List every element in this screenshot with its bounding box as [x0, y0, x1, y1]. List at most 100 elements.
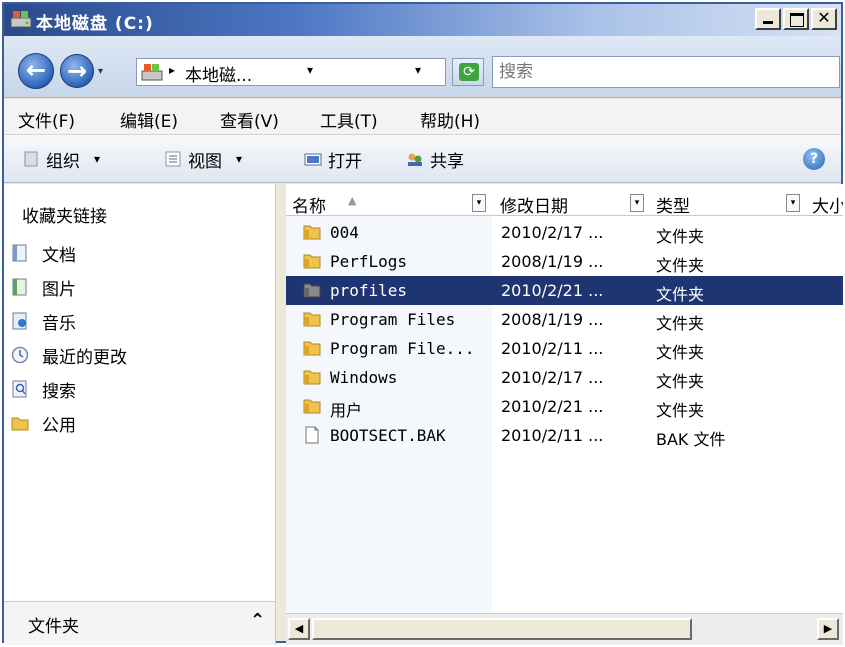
navigation-pane: 收藏夹链接 文档 图片 音乐 最近的更改 搜索 公用: [4, 184, 276, 601]
file-type: BAK 文件: [656, 430, 726, 449]
nav-item-music[interactable]: 音乐: [10, 308, 76, 334]
close-button[interactable]: ✕: [811, 8, 837, 30]
music-icon: [12, 312, 27, 330]
explorer-window: 本地磁盘 (C:) ✕ ← → ▾ ▸ 本地磁... ▾ ▾ ⟳ 搜索 文件(F…: [2, 2, 843, 645]
column-header-type[interactable]: 类型 ▾: [650, 190, 806, 217]
menu-bar: 文件(F) 编辑(E) 查看(V) 工具(T) 帮助(H): [4, 99, 841, 135]
minimize-button[interactable]: [755, 8, 781, 30]
breadcrumb-location[interactable]: 本地磁...: [185, 61, 252, 86]
organize-button[interactable]: 组织 ▾: [22, 147, 101, 172]
file-row-4[interactable]: Program File... 2010/2/11 ... 文件夹: [286, 334, 843, 363]
nav-item-label: 公用: [42, 415, 76, 436]
nav-item-label: 图片: [42, 279, 76, 300]
column-header-name[interactable]: 名称 ▲ ▾: [286, 190, 492, 217]
scroll-right-button[interactable]: ▶: [817, 618, 839, 640]
column-header-row: 名称 ▲ ▾ 修改日期 ▾ 类型 ▾ 大小: [286, 190, 843, 217]
file-row-6[interactable]: 用户 2010/2/21 ... 文件夹: [286, 392, 843, 421]
file-rows: 004 2010/2/17 ... 文件夹 PerfLogs 2008/1/19…: [286, 218, 843, 450]
address-history-dropdown[interactable]: ▾: [415, 63, 421, 77]
type-filter-dropdown[interactable]: ▾: [786, 194, 800, 212]
file-row-5[interactable]: Windows 2010/2/17 ... 文件夹: [286, 363, 843, 392]
title-bar[interactable]: 本地磁盘 (C:) ✕: [4, 4, 841, 36]
views-button[interactable]: 视图 ▾: [164, 147, 242, 172]
horizontal-scrollbar[interactable]: ◀ ▶: [286, 613, 843, 645]
column-header-size[interactable]: 大小: [806, 190, 843, 217]
help-icon[interactable]: ?: [803, 148, 825, 170]
address-bar[interactable]: ▸ 本地磁... ▾ ▾: [136, 58, 446, 86]
recent-pages-dropdown[interactable]: ▾: [98, 66, 103, 77]
modified-filter-dropdown[interactable]: ▾: [630, 194, 644, 212]
share-label: 共享: [430, 151, 464, 172]
nav-item-label: 文档: [42, 245, 76, 266]
file-modified: 2010/2/11 ...: [501, 339, 604, 358]
organize-icon: [24, 151, 38, 167]
nav-item-documents[interactable]: 文档: [10, 240, 76, 266]
organize-label: 组织: [46, 151, 80, 172]
maximize-button[interactable]: [783, 8, 809, 30]
menu-help[interactable]: 帮助(H): [420, 107, 480, 132]
open-button[interactable]: 打开: [304, 147, 362, 172]
file-type: 文件夹: [656, 227, 705, 246]
file-row-7[interactable]: BOOTSECT.BAK 2010/2/11 ... BAK 文件: [286, 421, 843, 450]
scroll-left-button[interactable]: ◀: [288, 618, 310, 640]
views-icon: [165, 151, 181, 167]
file-name: Program File...: [330, 339, 475, 358]
refresh-button[interactable]: ⟳: [452, 58, 484, 86]
file-name: Windows: [330, 368, 398, 387]
file-modified: 2010/2/21 ...: [501, 281, 604, 300]
recent-changes-icon: [11, 346, 29, 364]
folder-icon: [303, 399, 321, 414]
file-name: Program Files: [330, 310, 456, 329]
back-button[interactable]: ←: [18, 53, 54, 89]
file-name: 用户: [330, 401, 363, 420]
name-filter-dropdown[interactable]: ▾: [472, 194, 486, 212]
column-size-label: 大小: [812, 197, 843, 217]
file-row-1[interactable]: PerfLogs 2008/1/19 ... 文件夹: [286, 247, 843, 276]
folders-toggle[interactable]: 文件夹 ⌃: [4, 601, 276, 645]
nav-item-public[interactable]: 公用: [10, 410, 76, 436]
breadcrumb-dropdown[interactable]: ▾: [307, 63, 313, 77]
menu-edit[interactable]: 编辑(E): [120, 107, 178, 132]
file-modified: 2010/2/11 ...: [501, 426, 604, 445]
file-type: 文件夹: [656, 256, 705, 275]
column-name-label: 名称: [292, 197, 326, 217]
file-row-3[interactable]: Program Files 2008/1/19 ... 文件夹: [286, 305, 843, 334]
folders-label: 文件夹: [28, 617, 79, 637]
drive-icon: [10, 11, 32, 28]
menu-tools[interactable]: 工具(T): [320, 107, 378, 132]
window-title: 本地磁盘 (C:): [36, 14, 154, 34]
column-header-modified[interactable]: 修改日期 ▾: [494, 190, 648, 217]
nav-item-label: 音乐: [42, 313, 76, 334]
organize-dropdown-arrow: ▾: [94, 152, 101, 166]
forward-button[interactable]: →: [60, 54, 94, 88]
open-label: 打开: [328, 151, 362, 172]
search-input[interactable]: [493, 57, 839, 87]
breadcrumb-separator[interactable]: ▸: [169, 63, 175, 77]
folder-dark-icon: [303, 283, 321, 298]
nav-item-pictures[interactable]: 图片: [10, 274, 76, 300]
address-row: ← → ▾ ▸ 本地磁... ▾ ▾ ⟳: [4, 36, 841, 98]
file-row-2[interactable]: profiles 2010/2/21 ... 文件夹: [286, 276, 843, 305]
drive-location-icon: [141, 64, 163, 81]
file-icon: [305, 426, 319, 444]
file-modified: 2008/1/19 ...: [501, 310, 604, 329]
file-modified: 2008/1/19 ...: [501, 252, 604, 271]
open-icon: [304, 153, 322, 166]
search-box[interactable]: [492, 56, 840, 88]
menu-file[interactable]: 文件(F): [18, 107, 75, 132]
favorite-links-heading: 收藏夹链接: [22, 207, 107, 227]
file-type: 文件夹: [656, 314, 705, 333]
file-row-0[interactable]: 004 2010/2/17 ... 文件夹: [286, 218, 843, 247]
file-name: 004: [330, 223, 359, 242]
nav-item-searches[interactable]: 搜索: [10, 376, 76, 402]
file-type: 文件夹: [656, 285, 705, 304]
searches-icon: [12, 380, 27, 398]
scroll-thumb[interactable]: [312, 618, 692, 640]
pictures-icon: [12, 278, 27, 296]
menu-view[interactable]: 查看(V): [220, 107, 279, 132]
share-button[interactable]: 共享: [406, 147, 464, 172]
file-type: 文件夹: [656, 372, 705, 391]
file-modified: 2010/2/17 ...: [501, 368, 604, 387]
folder-icon: [303, 312, 321, 327]
nav-item-recent-changes[interactable]: 最近的更改: [10, 342, 127, 368]
